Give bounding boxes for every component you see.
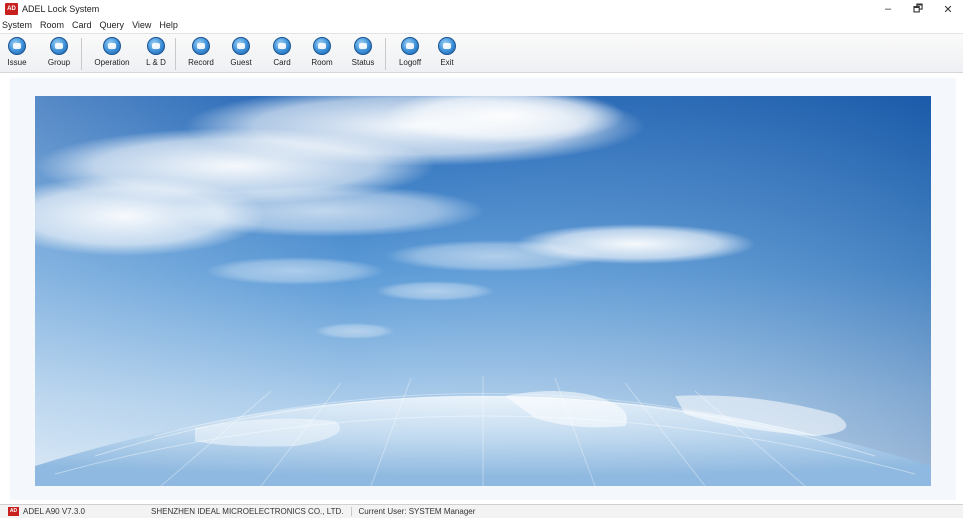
operation-icon: [103, 37, 121, 55]
status-version: ADEL A90 V7.3.0: [23, 507, 85, 516]
record-button[interactable]: Record: [183, 34, 219, 67]
menu-system[interactable]: System: [0, 20, 36, 30]
operation-button[interactable]: Operation: [89, 34, 135, 67]
group-icon: [50, 37, 68, 55]
lost-damage-icon: [147, 37, 165, 55]
menu-card[interactable]: Card: [68, 20, 96, 30]
close-button[interactable]: ✕: [933, 0, 963, 18]
group-label: Group: [47, 58, 71, 67]
group-button[interactable]: Group: [42, 34, 76, 67]
card-button[interactable]: Card: [267, 34, 297, 67]
menu-help[interactable]: Help: [155, 20, 182, 30]
issue-icon: [8, 37, 26, 55]
exit-icon: [438, 37, 456, 55]
menu-query[interactable]: Query: [96, 20, 129, 30]
lost-damage-button[interactable]: L & D: [141, 34, 171, 67]
window-controls: – 🗗 ✕: [873, 0, 963, 18]
toolbar-separator: [385, 38, 386, 70]
app-logo-icon: AD: [8, 507, 19, 516]
guest-icon: [232, 37, 250, 55]
minimize-button[interactable]: –: [873, 0, 903, 18]
background-image: [35, 96, 931, 486]
status-bar: AD ADEL A90 V7.3.0 SHENZHEN IDEAL MICROE…: [0, 504, 963, 518]
record-icon: [192, 37, 210, 55]
operation-label: Operation: [94, 58, 130, 67]
toolbar-separator: [81, 38, 82, 70]
toolbar-separator: [175, 38, 176, 70]
room-button[interactable]: Room: [307, 34, 337, 67]
maximize-button[interactable]: 🗗: [903, 0, 933, 18]
title-bar: AD ADEL Lock System – 🗗 ✕: [0, 0, 963, 18]
status-company: SHENZHEN IDEAL MICROELECTRONICS CO., LTD…: [151, 507, 344, 516]
app-logo-icon: AD: [5, 3, 18, 15]
logoff-icon: [401, 37, 419, 55]
record-label: Record: [188, 58, 214, 67]
main-area: [0, 74, 963, 504]
sky-earth-background: [35, 96, 931, 486]
lost-damage-label: L & D: [146, 58, 166, 67]
menu-room[interactable]: Room: [36, 20, 68, 30]
toolbar: Issue Group Operation L & D Record Guest…: [0, 33, 963, 73]
status-label: Status: [351, 58, 375, 67]
issue-button[interactable]: Issue: [3, 34, 31, 67]
room-label: Room: [311, 58, 333, 67]
status-icon: [354, 37, 372, 55]
menu-view[interactable]: View: [128, 20, 155, 30]
background-frame: [10, 78, 956, 500]
logoff-label: Logoff: [398, 58, 422, 67]
window-title: ADEL Lock System: [22, 4, 100, 14]
exit-label: Exit: [440, 58, 454, 67]
issue-label: Issue: [7, 58, 27, 67]
status-button[interactable]: Status: [347, 34, 379, 67]
guest-button[interactable]: Guest: [225, 34, 257, 67]
menu-bar: System Room Card Query View Help: [0, 18, 963, 32]
logoff-button[interactable]: Logoff: [394, 34, 426, 67]
guest-label: Guest: [230, 58, 252, 67]
exit-button[interactable]: Exit: [434, 34, 460, 67]
card-label: Card: [273, 58, 291, 67]
status-current-user: Current User: SYSTEM Manager: [351, 507, 475, 516]
room-icon: [313, 37, 331, 55]
card-icon: [273, 37, 291, 55]
